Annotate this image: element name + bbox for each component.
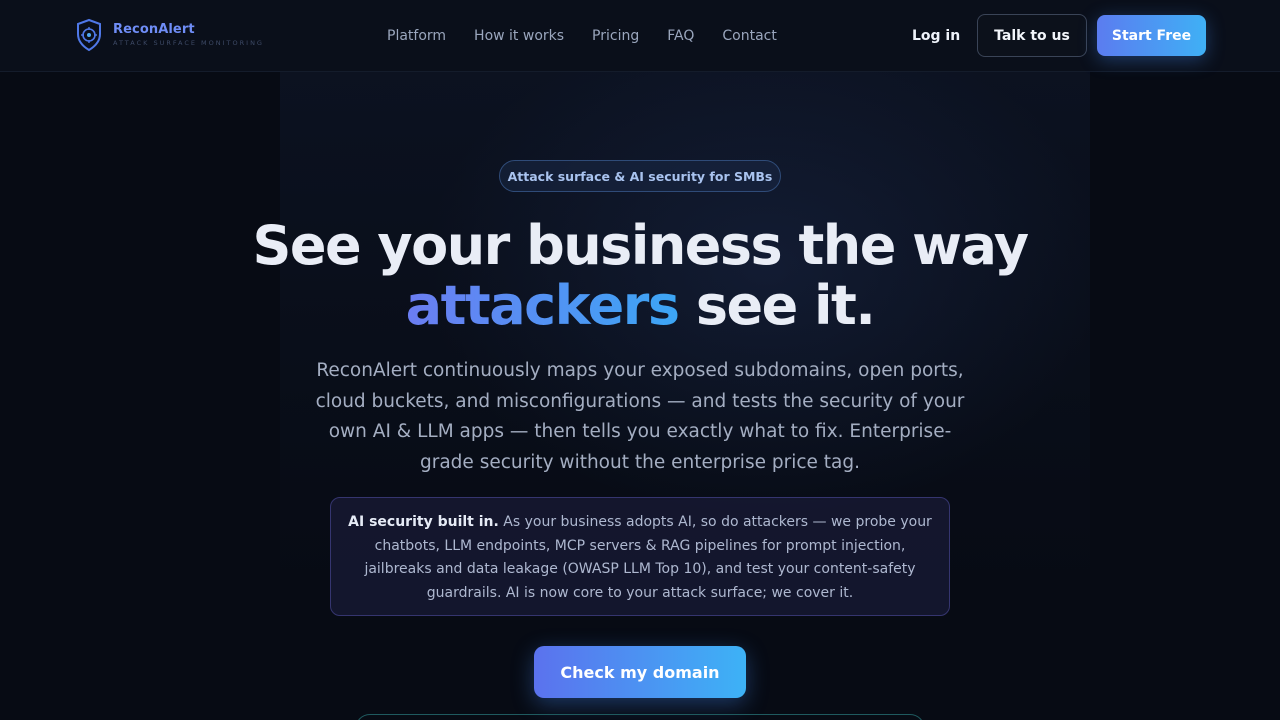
hero-badge: Attack surface & AI security for SMBs [499, 160, 781, 192]
main-nav: Platform How it works Pricing FAQ Contac… [373, 27, 791, 45]
top-navbar: ReconAlert ATTACK SURFACE MONITORING Pla… [0, 0, 1280, 72]
shield-target-icon [75, 18, 103, 52]
check-domain-button[interactable]: Check my domain [534, 646, 746, 698]
nav-item-how-it-works[interactable]: How it works [460, 27, 578, 45]
hero-title-line1: See your business the way [252, 214, 1029, 277]
brand-logo[interactable]: ReconAlert ATTACK SURFACE MONITORING [75, 18, 264, 52]
domain-input-preview[interactable] [355, 714, 925, 720]
login-link[interactable]: Log in [898, 26, 974, 46]
nav-item-pricing[interactable]: Pricing [578, 27, 653, 45]
ai-security-callout: AI security built in. As your business a… [330, 497, 950, 616]
nav-item-faq[interactable]: FAQ [653, 27, 708, 45]
ai-callout-heading: AI security built in. [348, 514, 499, 530]
brand-tagline: ATTACK SURFACE MONITORING [113, 39, 264, 48]
nav-item-platform[interactable]: Platform [373, 27, 460, 45]
nav-item-contact[interactable]: Contact [708, 27, 790, 45]
hero-title-highlight: attackers [405, 274, 680, 337]
talk-to-us-button[interactable]: Talk to us [977, 14, 1087, 57]
start-free-button[interactable]: Start Free [1097, 15, 1206, 56]
brand-name: ReconAlert [113, 22, 195, 38]
hero-title-end: see it. [678, 274, 876, 337]
hero-title: See your business the way attackers see … [0, 216, 1280, 336]
hero-lead: ReconAlert continuously maps your expose… [315, 360, 965, 473]
